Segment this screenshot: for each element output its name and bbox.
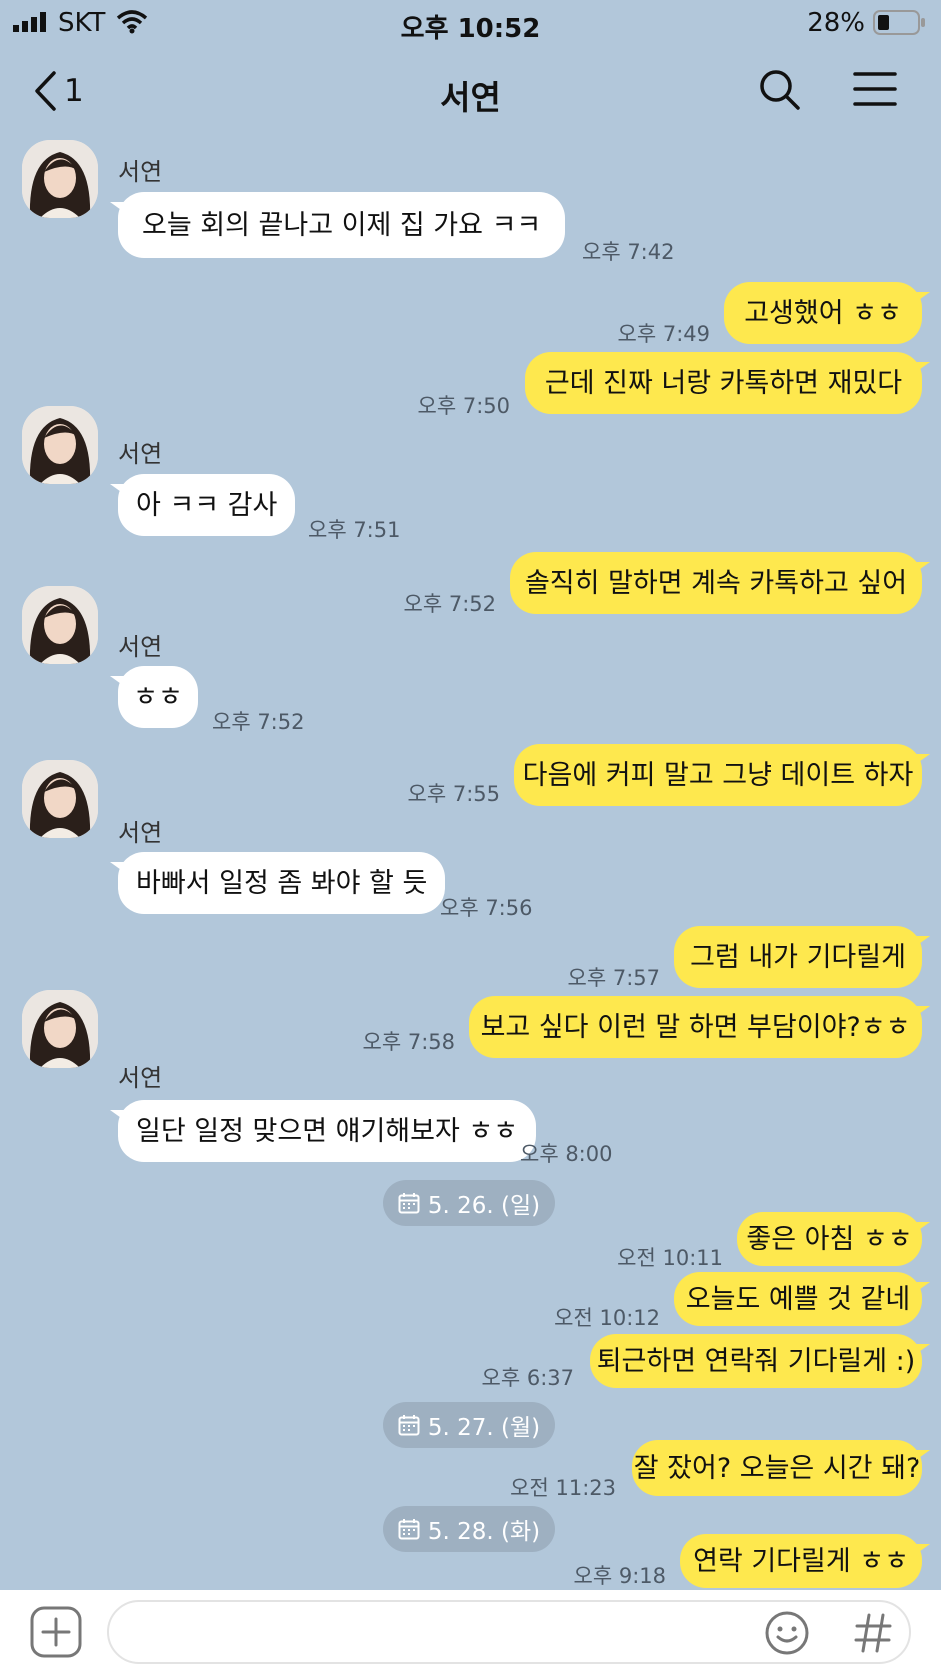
message-time: 오후 7:50 [417, 394, 510, 418]
message-time: 오전 10:11 [617, 1246, 723, 1270]
message-time: 오후 9:18 [573, 1564, 666, 1588]
profile-photo [22, 406, 98, 484]
date-divider: 5. 28. (화) [383, 1506, 555, 1552]
sender-name: 서연 [118, 440, 163, 468]
clock: 오후 10:52 [400, 14, 541, 44]
message-outgoing[interactable]: 연락 기다릴게 ㅎㅎ [680, 1534, 930, 1588]
message-time: 오후 7:49 [617, 322, 710, 346]
message-time: 오후 7:52 [212, 710, 305, 734]
message-time: 오전 10:12 [554, 1306, 660, 1330]
message-outgoing[interactable]: 다음에 커피 말고 그냥 데이트 하자 [514, 744, 930, 806]
avatar[interactable] [22, 990, 98, 1068]
message-time: 오후 7:51 [308, 518, 401, 542]
message-outgoing[interactable]: 잘 잤어? 오늘은 시간 돼? [632, 1440, 930, 1496]
message-time: 오전 11:23 [510, 1476, 616, 1500]
search-icon[interactable] [757, 67, 803, 113]
date-label: 5. 27. (월) [427, 1415, 541, 1441]
message-time: 오후 7:42 [582, 240, 675, 264]
message-time: 오후 7:55 [407, 782, 500, 806]
sender-name: 서연 [118, 633, 163, 661]
message-input[interactable] [107, 1600, 911, 1664]
date-divider: 5. 27. (월) [383, 1402, 555, 1448]
message-outgoing[interactable]: 퇴근하면 연락줘 기다릴게 :) [590, 1334, 930, 1388]
avatar[interactable] [22, 140, 98, 218]
date-divider: 5. 26. (일) [383, 1180, 555, 1226]
status-bar: SKT 오후 10:52 28% [0, 0, 941, 48]
message-incoming[interactable]: 오늘 회의 끝나고 이제 집 가요 ㅋㅋ [109, 192, 566, 258]
message-incoming[interactable]: 일단 일정 맞으면 얘기해보자 ㅎㅎ [109, 1100, 537, 1162]
profile-photo [22, 760, 98, 838]
calendar-icon [398, 1415, 420, 1436]
avatar[interactable] [22, 406, 98, 484]
plus-icon[interactable] [30, 1606, 82, 1658]
profile-photo [22, 140, 98, 218]
message-time: 오후 6:37 [481, 1366, 574, 1390]
date-label: 5. 26. (일) [427, 1193, 541, 1219]
emoji-icon[interactable] [764, 1610, 810, 1656]
composer-bar [0, 1590, 941, 1672]
message-outgoing[interactable]: 보고 싶다 이런 말 하면 부담이야?ㅎㅎ [469, 996, 930, 1058]
message-time: 오후 7:56 [440, 896, 533, 920]
message-outgoing[interactable]: 근데 진짜 너랑 카톡하면 재밌다 [525, 352, 930, 414]
message-time: 오후 7:58 [362, 1030, 455, 1054]
message-incoming[interactable]: 아 ㅋㅋ 감사 [109, 474, 296, 536]
message-time: 오후 7:57 [567, 966, 660, 990]
message-outgoing[interactable]: 고생했어 ㅎㅎ [724, 282, 930, 344]
message-time: 오후 7:52 [403, 592, 496, 616]
message-outgoing[interactable]: 오늘도 예쁠 것 같네 [674, 1272, 930, 1326]
sender-name: 서연 [118, 819, 163, 847]
date-label: 5. 28. (화) [427, 1519, 541, 1545]
menu-icon[interactable] [852, 71, 898, 107]
message-outgoing[interactable]: 그럼 내가 기다릴게 [674, 926, 930, 988]
hashtag-icon[interactable] [853, 1612, 893, 1654]
message-outgoing[interactable]: 솔직히 말하면 계속 카톡하고 싶어 [510, 552, 930, 614]
battery-icon [873, 10, 925, 35]
profile-photo [22, 586, 98, 664]
avatar[interactable] [22, 586, 98, 664]
sender-name: 서연 [118, 1064, 163, 1092]
chat-header: 1 서연 [0, 55, 941, 131]
calendar-icon [398, 1193, 420, 1214]
message-outgoing[interactable]: 좋은 아침 ㅎㅎ [737, 1212, 930, 1266]
message-time: 오후 8:00 [520, 1142, 613, 1166]
calendar-icon [398, 1519, 420, 1540]
message-incoming[interactable]: ㅎㅎ [110, 666, 198, 728]
message-incoming[interactable]: 바빠서 일정 좀 봐야 할 듯 [109, 852, 446, 914]
battery-percent: 28% [807, 8, 865, 38]
sender-name: 서연 [118, 158, 163, 186]
avatar[interactable] [22, 760, 98, 838]
profile-photo [22, 990, 98, 1068]
